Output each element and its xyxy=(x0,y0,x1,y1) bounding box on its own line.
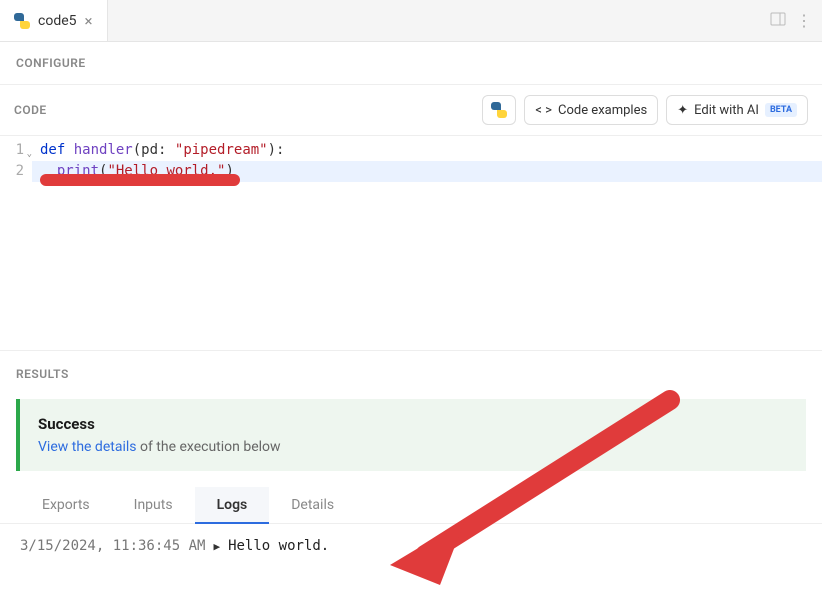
success-banner: Success View the details of the executio… xyxy=(16,399,806,471)
log-timestamp: 3/15/2024, 11:36:45 AM xyxy=(20,538,205,554)
python-icon xyxy=(491,102,507,118)
log-entry[interactable]: 3/15/2024, 11:36:45 AM ▶ Hello world. xyxy=(0,524,822,568)
python-icon xyxy=(14,13,30,29)
tab-logs[interactable]: Logs xyxy=(195,487,270,523)
panel-icon[interactable] xyxy=(770,11,786,31)
beta-badge: BETA xyxy=(765,103,797,117)
code-examples-label: Code examples xyxy=(558,103,647,118)
code-icon: < > xyxy=(535,103,552,118)
results-header: RESULTS xyxy=(0,351,822,391)
close-icon[interactable]: × xyxy=(85,12,93,30)
more-icon[interactable]: ⋮ xyxy=(796,11,812,31)
gutter: 1⌄ 2 xyxy=(0,136,32,186)
annotation-underline xyxy=(40,174,240,186)
tab-title: code5 xyxy=(38,13,77,29)
tab-code5[interactable]: code5 × xyxy=(0,0,108,41)
edit-ai-button[interactable]: ✦ Edit with AI BETA xyxy=(666,95,808,125)
view-details-link[interactable]: View the details xyxy=(38,439,136,455)
success-title: Success xyxy=(38,415,788,433)
sparkle-icon: ✦ xyxy=(677,103,688,118)
python-lang-button[interactable] xyxy=(482,95,516,125)
log-message: Hello world. xyxy=(228,538,329,554)
code-editor[interactable]: 1⌄ 2 def handler(pd: "pipedream"): print… xyxy=(0,136,822,186)
edit-ai-label: Edit with AI xyxy=(694,103,759,118)
code-header: CODE xyxy=(14,103,47,117)
configure-header: CONFIGURE xyxy=(0,42,822,85)
tab-exports[interactable]: Exports xyxy=(20,487,112,523)
code-examples-button[interactable]: < > Code examples xyxy=(524,95,658,125)
tab-details[interactable]: Details xyxy=(269,487,356,523)
success-subtext: of the execution below xyxy=(136,439,280,455)
expand-icon[interactable]: ▶ xyxy=(213,540,220,553)
tab-inputs[interactable]: Inputs xyxy=(112,487,195,523)
